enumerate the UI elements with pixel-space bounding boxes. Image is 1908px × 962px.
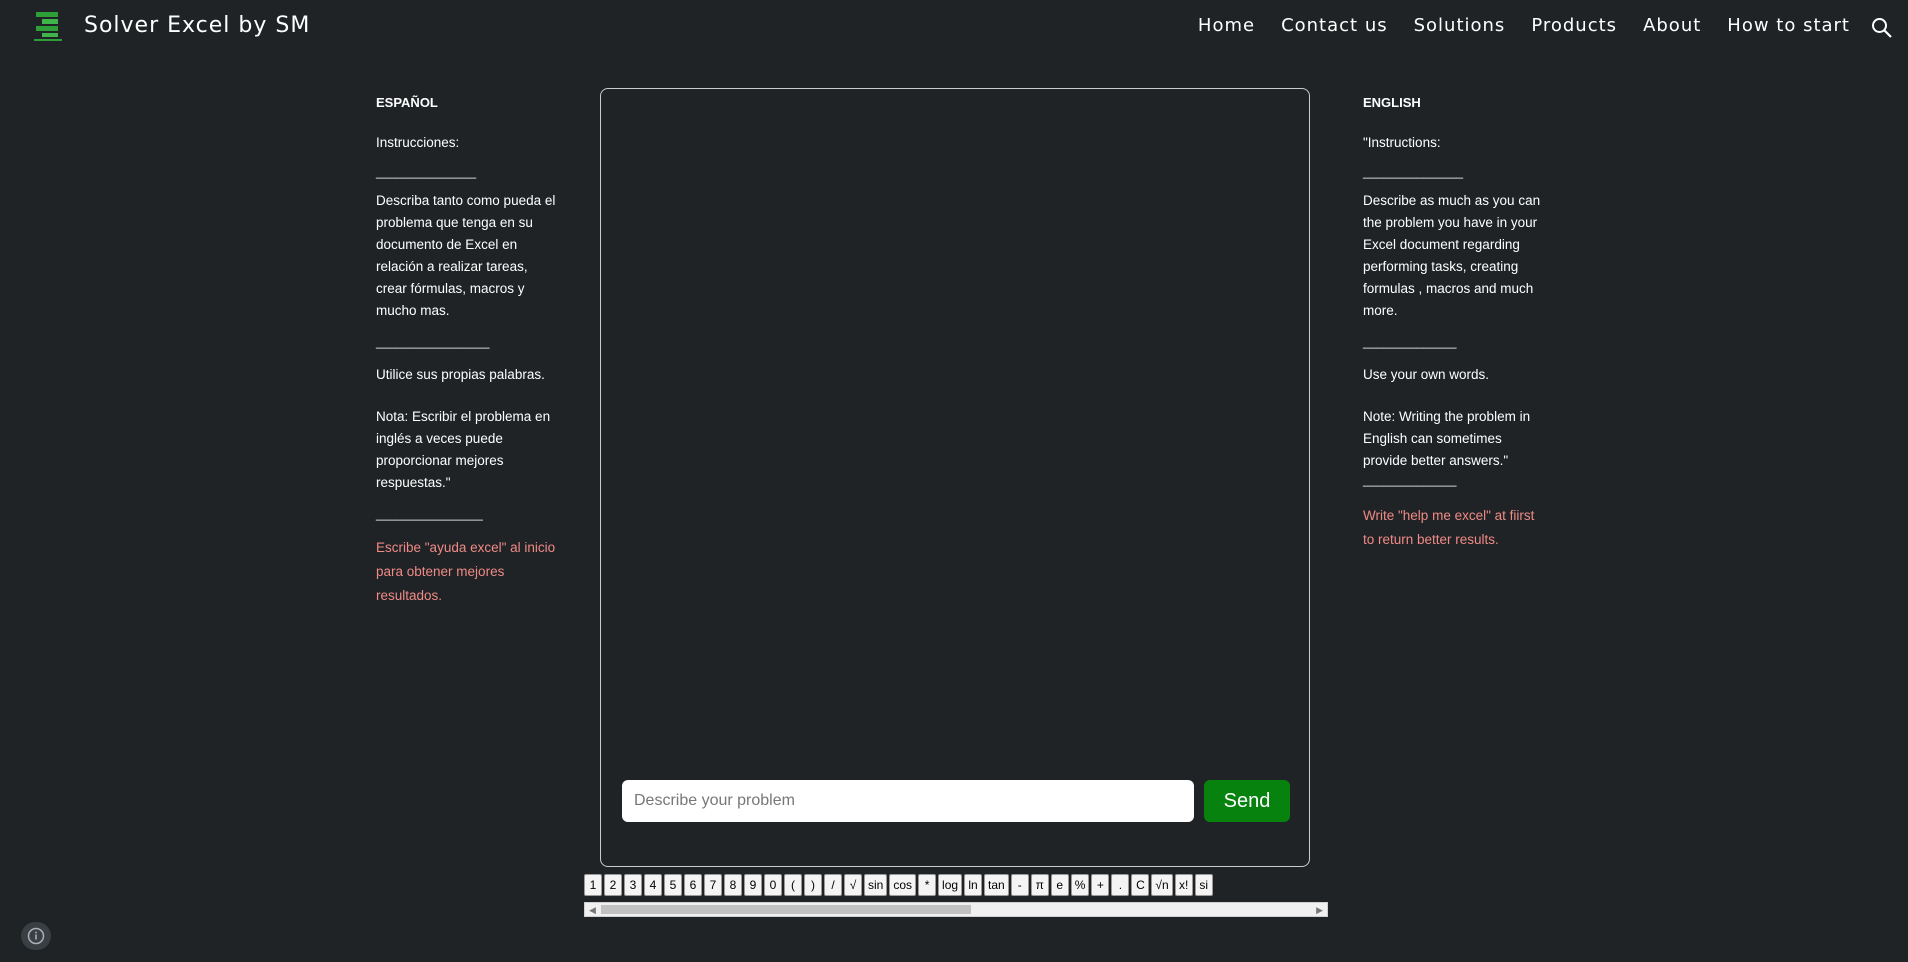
calc-key[interactable]: 4 (644, 874, 662, 896)
calculator-keypad: 1 2 3 4 5 6 7 8 9 0() / √ sin cos * log ln tan - π e% +. C √n x!… (584, 874, 1328, 920)
calc-key[interactable]: C (1131, 874, 1150, 896)
calc-key[interactable]: - (1010, 874, 1029, 896)
calc-key[interactable]: 8 (724, 874, 742, 896)
calc-key[interactable]: * (918, 874, 937, 896)
search-icon[interactable] (1870, 16, 1894, 40)
divider: _______________ (1363, 165, 1464, 179)
spanish-note: Nota: Escribir el problema en inglés a v… (376, 409, 551, 490)
scroll-right-arrow-icon[interactable]: ▶ (1316, 905, 1323, 916)
spanish-instructions: ESPAÑOL Instrucciones: _______________ D… (376, 92, 556, 608)
english-note: Note: Writing the problem in English can… (1363, 409, 1531, 468)
calc-key[interactable]: e (1050, 874, 1069, 896)
excel-logo[interactable] (30, 10, 66, 44)
calc-key[interactable]: ( (784, 874, 802, 896)
main-nav: Home Contact us Solutions Products About… (1172, 15, 1850, 36)
calc-key[interactable]: 1 (584, 874, 602, 896)
nav-products[interactable]: Products (1531, 15, 1617, 36)
site-info-button[interactable] (21, 922, 51, 950)
divider: ________________ (376, 507, 483, 521)
chat-panel: Send (600, 88, 1310, 867)
calc-key[interactable]: 5 (664, 874, 682, 896)
calc-key[interactable]: tan (984, 874, 1009, 896)
calc-key[interactable]: sin (864, 874, 888, 896)
site-title[interactable]: Solver Excel by SM (84, 13, 310, 38)
calc-key[interactable]: √ (844, 874, 862, 896)
calc-key[interactable]: 2 (604, 874, 622, 896)
english-tip: Write "help me excel" at fiirst to retur… (1363, 508, 1535, 547)
english-heading: ENGLISH (1363, 95, 1421, 110)
calc-key[interactable]: log (938, 874, 963, 896)
english-own-words: Use your own words. (1363, 367, 1490, 382)
spanish-heading: ESPAÑOL (376, 95, 438, 110)
calc-key[interactable]: 0 (764, 874, 782, 896)
calc-key[interactable]: / (824, 874, 842, 896)
divider: _______________ (376, 165, 477, 179)
calc-key[interactable]: cos (889, 874, 917, 896)
scrollbar-thumb[interactable] (601, 905, 971, 914)
calc-key[interactable]: 7 (704, 874, 722, 896)
spanish-tip: Escribe "ayuda excel" al inicio para obt… (376, 540, 556, 603)
nav-about[interactable]: About (1643, 15, 1701, 36)
calc-key[interactable]: 3 (624, 874, 642, 896)
calc-key[interactable]: 6 (684, 874, 702, 896)
divider: _________________ (376, 335, 490, 349)
site-header: Solver Excel by SM Home Contact us Solut… (0, 0, 1908, 56)
spanish-own-words: Utilice sus propias palabras. (376, 367, 545, 382)
calc-key[interactable]: √n (1151, 874, 1173, 896)
calc-key[interactable]: ) (804, 874, 822, 896)
info-icon (27, 927, 45, 945)
spanish-instructions-label: Instrucciones: (376, 135, 460, 150)
scroll-left-arrow-icon[interactable]: ◀ (589, 905, 596, 916)
calc-key[interactable]: π (1030, 874, 1049, 896)
horizontal-scrollbar[interactable]: ◀ ▶ (584, 902, 1328, 917)
keypad-keys: 1 2 3 4 5 6 7 8 9 0() / √ sin cos * log ln tan - π e% +. C √n x!… (584, 874, 1328, 898)
spanish-description: Describa tanto como pueda el problema qu… (376, 193, 556, 318)
calc-key[interactable]: + (1091, 874, 1110, 896)
nav-solutions[interactable]: Solutions (1414, 15, 1506, 36)
calc-key[interactable]: ln (964, 874, 983, 896)
calc-key[interactable]: 9 (744, 874, 762, 896)
calc-key[interactable]: % (1070, 874, 1090, 896)
calc-key[interactable]: si (1194, 874, 1213, 896)
send-button[interactable]: Send (1204, 780, 1290, 822)
calc-key[interactable]: . (1111, 874, 1130, 896)
problem-input[interactable] (622, 780, 1194, 822)
english-instructions-label: "Instructions: (1363, 135, 1441, 150)
english-instructions: ENGLISH "Instructions: _______________ D… (1363, 92, 1543, 552)
nav-how-to-start[interactable]: How to start (1727, 15, 1850, 36)
calc-key[interactable]: x! (1174, 874, 1193, 896)
nav-home[interactable]: Home (1198, 15, 1255, 36)
divider: ______________ (1363, 335, 1457, 349)
english-description: Describe as much as you can the problem … (1363, 193, 1541, 318)
divider: ______________ (1363, 473, 1457, 487)
nav-contact-us[interactable]: Contact us (1281, 15, 1388, 36)
